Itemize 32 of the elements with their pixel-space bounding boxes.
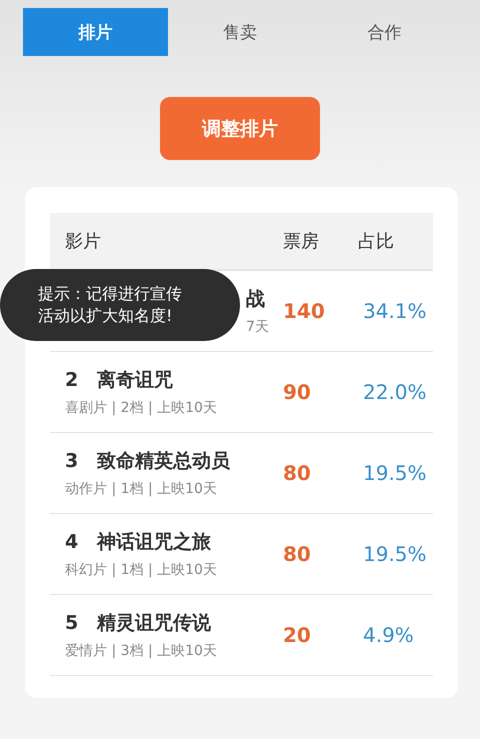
box-office-value: 140	[282, 299, 326, 323]
column-header: 影片	[64, 230, 102, 253]
tab[interactable]: 排片	[23, 8, 168, 56]
column-header: 占比	[358, 230, 395, 253]
movie-info: 科幻片 | 1档 | 上映10天	[65, 561, 218, 579]
movie-title: 战	[246, 287, 265, 312]
movie-info: 动作片 | 1档 | 上映10天	[65, 480, 218, 498]
movie-title: 致命精英总动员	[97, 449, 230, 474]
movie-title: 神话诅咒之旅	[97, 530, 211, 555]
movie-info: 爱情片 | 3档 | 上映10天	[65, 642, 218, 660]
share-percent: 34.1%	[362, 299, 428, 323]
movie-title: 离奇诅咒	[97, 368, 173, 393]
box-office-value: 80	[282, 461, 312, 485]
box-office-value: 80	[282, 542, 312, 566]
rank-number: 3	[65, 450, 80, 472]
rank-number: 2	[65, 369, 80, 391]
movie-info: 7天	[246, 318, 269, 336]
column-header: 票房	[282, 230, 320, 253]
box-office-value: 20	[282, 623, 312, 647]
rank-number: 5	[65, 612, 80, 634]
toast-message: 提示：记得进行宣传 活动以扩大知名度!	[0, 269, 240, 341]
share-percent: 22.0%	[362, 380, 428, 404]
tab[interactable]: 售卖	[168, 8, 312, 56]
adjust-schedule-button[interactable]: 调整排片	[160, 97, 320, 160]
share-percent: 19.5%	[362, 461, 428, 485]
rank-number: 4	[65, 531, 80, 553]
tab[interactable]: 合作	[312, 8, 458, 56]
share-percent: 19.5%	[362, 542, 428, 566]
movie-title: 精灵诅咒传说	[97, 611, 211, 636]
share-percent: 4.9%	[362, 623, 415, 647]
box-office-value: 90	[282, 380, 312, 404]
movie-info: 喜剧片 | 2档 | 上映10天	[65, 399, 218, 417]
